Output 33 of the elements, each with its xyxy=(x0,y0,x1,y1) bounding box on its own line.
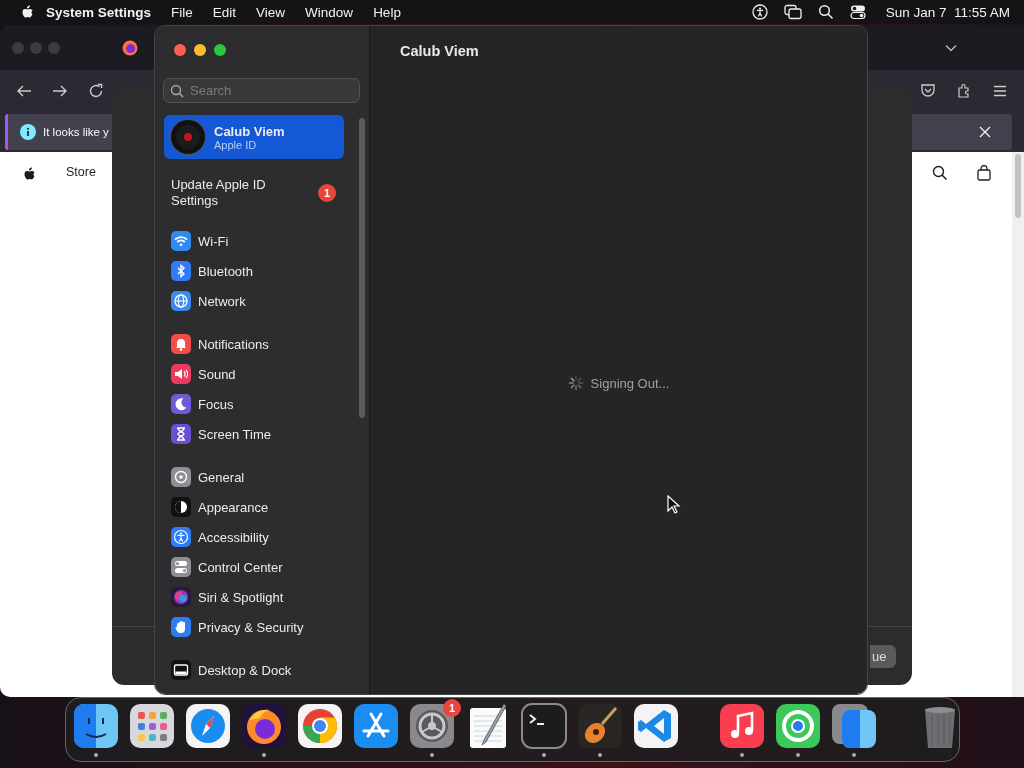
menu-item[interactable]: System Settings xyxy=(36,4,162,20)
menu-item[interactable]: Edit xyxy=(202,4,247,20)
sidebar-item[interactable]: Sound xyxy=(164,359,344,389)
sidebar-item[interactable]: Network xyxy=(164,286,344,316)
sidebar-item[interactable]: Desktop & Dock xyxy=(164,655,344,685)
sidebar-item[interactable]: Focus xyxy=(164,389,344,419)
sidebar-item[interactable]: Appearance xyxy=(164,492,344,522)
sidebar-item[interactable]: Update Apple ID Settings 1 xyxy=(164,173,344,213)
account-name: Calub Viem xyxy=(214,123,285,139)
notification-badge: 1 xyxy=(443,698,461,717)
sidebar-item[interactable]: Control Center xyxy=(164,552,344,582)
sidebar-item[interactable]: General xyxy=(164,462,344,492)
menu-item[interactable]: File xyxy=(161,4,203,20)
status-text: Signing Out... xyxy=(590,375,670,391)
menu-item[interactable]: View xyxy=(246,4,296,20)
sidebar-item[interactable]: Privacy & Security xyxy=(164,612,344,642)
sidebar-item[interactable]: Siri & Spotlight xyxy=(164,582,344,612)
sidebar-item[interactable]: Accessibility xyxy=(164,522,344,552)
nav-link[interactable]: Store xyxy=(66,165,96,179)
menu-item[interactable]: Help xyxy=(363,4,411,20)
sidebar-item[interactable]: Bluetooth xyxy=(164,256,344,286)
sidebar-item[interactable]: Wi-Fi xyxy=(164,226,344,256)
sidebar-item[interactable]: Screen Time xyxy=(164,419,344,449)
account-subtitle: Apple ID xyxy=(214,138,258,151)
dialog-button[interactable]: ue xyxy=(870,644,896,668)
pane-title: Calub Viem xyxy=(400,43,479,59)
search-field[interactable]: Search xyxy=(163,78,360,103)
notification-badge: 1 xyxy=(318,184,336,202)
sidebar-item[interactable]: Notifications xyxy=(164,329,344,359)
menu-clock[interactable]: Sun Jan 7 11:55 AM xyxy=(885,4,1010,20)
notice-text: It looks like y xyxy=(43,126,109,138)
menu-item[interactable]: Window xyxy=(295,4,364,20)
account-card[interactable]: Calub Viem Apple ID xyxy=(164,115,344,159)
